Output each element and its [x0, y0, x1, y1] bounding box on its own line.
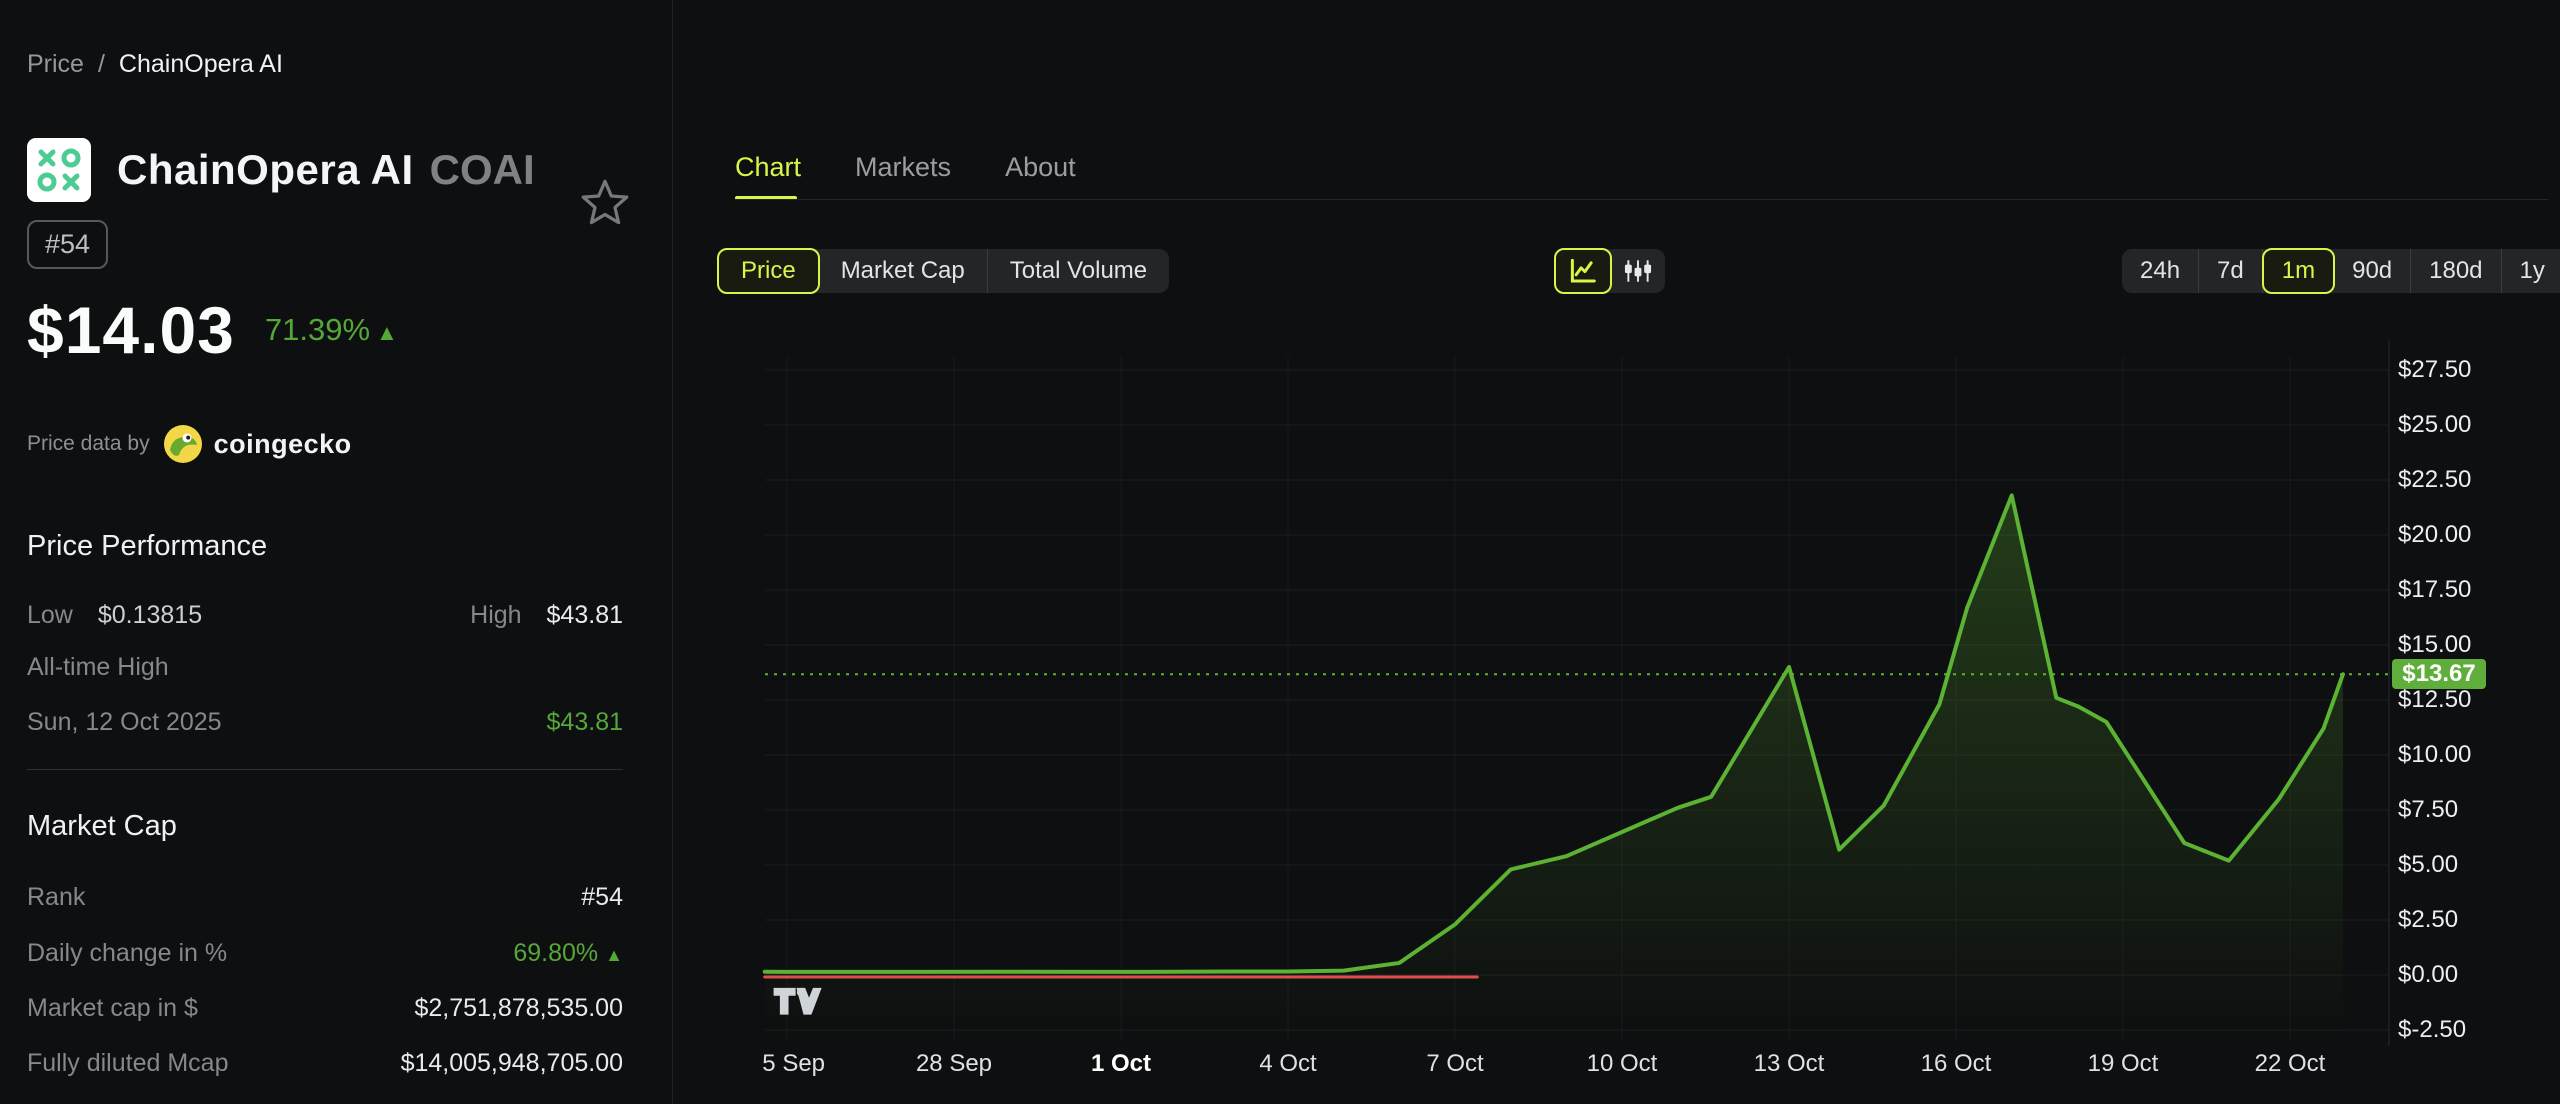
breadcrumb-current: ChainOpera AI — [119, 50, 283, 79]
market-cap-value: $2,751,878,535.00 — [414, 994, 623, 1023]
breadcrumb-separator: / — [98, 50, 105, 79]
up-arrow-icon: ▲ — [605, 945, 623, 965]
market-cap-label: Market cap in $ — [27, 994, 198, 1023]
range-7d-button[interactable]: 7d — [2199, 249, 2263, 293]
daily-change-row: Daily change in % 69.80%▲ — [27, 939, 623, 968]
sidebar-divider — [27, 769, 623, 770]
rank-label: Rank — [27, 883, 85, 912]
tab-markets[interactable]: Markets — [855, 152, 951, 205]
y-axis-label: $10.00 — [2398, 741, 2471, 769]
daily-change-label: Daily change in % — [27, 939, 227, 968]
y-axis-label: $-2.50 — [2398, 1016, 2466, 1044]
price-chart[interactable] — [700, 340, 2390, 1046]
low-value: $0.13815 — [98, 601, 202, 629]
high-label: High — [470, 601, 521, 629]
y-axis-label: $27.50 — [2398, 356, 2471, 384]
current-price-axis-label: $13.67 — [2392, 659, 2486, 689]
y-axis-label: $22.50 — [2398, 466, 2471, 494]
star-icon — [580, 178, 630, 228]
coin-detail-page: Price / ChainOpera AI ChainOpera AI COAI… — [0, 0, 2560, 1104]
line-chart-icon — [1568, 256, 1598, 286]
metric-market-cap-button[interactable]: Market Cap — [819, 249, 988, 293]
high-value: $43.81 — [547, 601, 623, 629]
daily-change-value: 69.80%▲ — [513, 939, 623, 968]
x-axis-label: 16 Oct — [1921, 1050, 1992, 1078]
high-pair: High $43.81 — [470, 601, 623, 630]
x-axis-label: 28 Sep — [916, 1050, 992, 1078]
ath-value: $43.81 — [547, 708, 623, 737]
time-range-group: 24h 7d 1m 90d 180d 1y all — [2122, 249, 2560, 293]
ath-label: All-time High — [27, 653, 169, 682]
coingecko-link[interactable]: coingecko — [214, 429, 352, 460]
x-axis-label: 1 Oct — [1091, 1050, 1151, 1078]
fdv-label: Fully diluted Mcap — [27, 1049, 228, 1078]
candlestick-icon — [1623, 256, 1653, 286]
breadcrumb: Price / ChainOpera AI — [27, 50, 283, 79]
fdv-value: $14,005,948,705.00 — [401, 1049, 623, 1078]
y-axis-label: $17.50 — [2398, 576, 2471, 604]
rank-row: Rank #54 — [27, 883, 623, 912]
x-axis-label: 7 Oct — [1426, 1050, 1483, 1078]
ath-date: Sun, 12 Oct 2025 — [27, 708, 222, 737]
range-90d-button[interactable]: 90d — [2334, 249, 2411, 293]
low-high-row: Low $0.13815 High $43.81 — [27, 601, 623, 630]
price-row: $14.03 71.39%▲ — [27, 292, 398, 368]
coin-symbol: COAI — [430, 146, 535, 194]
coingecko-icon — [164, 425, 202, 463]
range-1y-button[interactable]: 1y — [2502, 249, 2560, 293]
tab-bar-border — [735, 199, 2548, 200]
x-axis-label: 19 Oct — [2088, 1050, 2159, 1078]
coin-logo — [27, 138, 91, 202]
price-data-attribution: Price data by coingecko — [27, 425, 352, 463]
market-cap-row: Market cap in $ $2,751,878,535.00 — [27, 994, 623, 1023]
rank-badge: #54 — [27, 220, 108, 269]
x-axis-label: 22 Oct — [2255, 1050, 2326, 1078]
y-axis-label: $12.50 — [2398, 686, 2471, 714]
x-axis: 25 Sep 28 Sep 1 Oct 4 Oct 7 Oct 10 Oct 13 Oct 1… — [763, 1050, 2390, 1084]
metric-toggle-group: Price Market Cap Total Volume — [718, 249, 1169, 293]
y-axis-label: $2.50 — [2398, 906, 2458, 934]
x-axis-label: 4 Oct — [1259, 1050, 1316, 1078]
candlestick-chart-type-button[interactable] — [1611, 249, 1665, 293]
price-performance-title: Price Performance — [27, 530, 267, 563]
price-change: 71.39%▲ — [265, 312, 398, 348]
ath-date-row: Sun, 12 Oct 2025 $43.81 — [27, 708, 623, 737]
rank-value: #54 — [581, 883, 623, 912]
ath-row: All-time High — [27, 653, 623, 682]
chart-type-toggle-group — [1555, 249, 1665, 293]
current-price: $14.03 — [27, 292, 235, 368]
x-axis-label: 13 Oct — [1754, 1050, 1825, 1078]
tab-about[interactable]: About — [1005, 152, 1076, 205]
up-arrow-icon: ▲ — [376, 320, 398, 345]
y-axis-label: $15.00 — [2398, 631, 2471, 659]
low-pair: Low $0.13815 — [27, 601, 202, 630]
metric-price-button[interactable]: Price — [717, 248, 820, 294]
breadcrumb-price-link[interactable]: Price — [27, 50, 84, 79]
x-axis-label: 10 Oct — [1587, 1050, 1658, 1078]
range-24h-button[interactable]: 24h — [2122, 249, 2199, 293]
y-axis-label: $0.00 — [2398, 961, 2458, 989]
attribution-text: Price data by — [27, 432, 150, 456]
y-axis-label: $25.00 — [2398, 411, 2471, 439]
range-1m-button[interactable]: 1m — [2262, 248, 2335, 294]
y-axis-label: $20.00 — [2398, 521, 2471, 549]
x-axis-label: 25 Sep — [763, 1050, 825, 1078]
metric-total-volume-button[interactable]: Total Volume — [988, 249, 1169, 293]
line-chart-type-button[interactable] — [1554, 248, 1612, 294]
low-label: Low — [27, 601, 73, 629]
y-axis-label: $7.50 — [2398, 796, 2458, 824]
range-180d-button[interactable]: 180d — [2411, 249, 2501, 293]
market-cap-title: Market Cap — [27, 810, 177, 843]
coin-header: ChainOpera AI COAI — [27, 138, 535, 202]
y-axis-label: $5.00 — [2398, 851, 2458, 879]
fdv-row: Fully diluted Mcap $14,005,948,705.00 — [27, 1049, 623, 1078]
favorite-star-button[interactable] — [580, 178, 630, 228]
coin-name: ChainOpera AI — [117, 146, 414, 194]
sidebar-main-divider — [672, 0, 673, 1104]
tradingview-logo[interactable] — [772, 982, 824, 1022]
